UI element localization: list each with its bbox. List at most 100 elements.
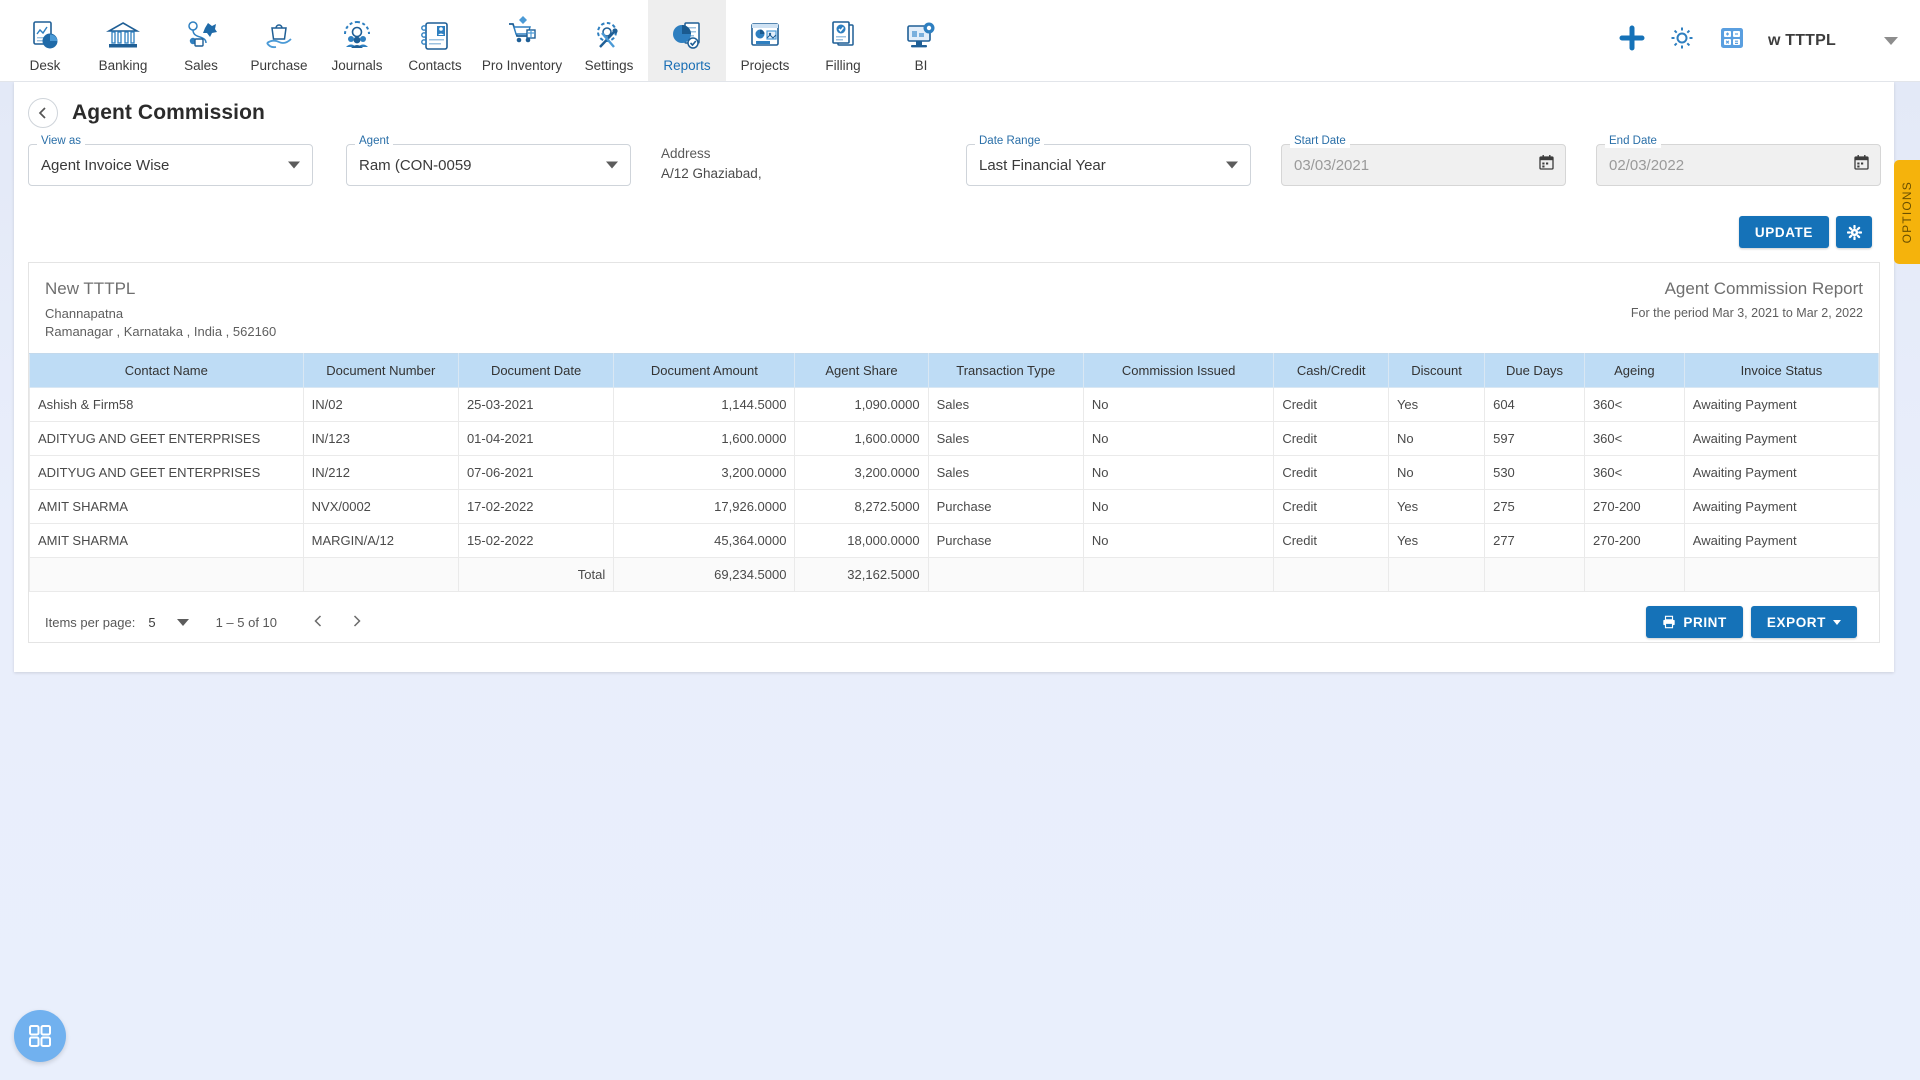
- gear-icon: [1846, 224, 1862, 240]
- col-discount[interactable]: Discount: [1387, 353, 1486, 388]
- update-button[interactable]: UPDATE: [1738, 216, 1829, 248]
- date-range-select[interactable]: Last Financial Year: [966, 144, 1251, 186]
- export-label: EXPORT: [1766, 614, 1826, 630]
- cell-invoice-status: Awaiting Payment: [1683, 421, 1880, 456]
- apps-launcher-button[interactable]: [14, 1010, 66, 1062]
- cell-cash-credit: Credit: [1273, 421, 1389, 456]
- table-row[interactable]: AMIT SHARMA MARGIN/A/12 15-02-2022 45,36…: [29, 523, 1880, 558]
- col-commission-issued[interactable]: Commission Issued: [1082, 353, 1275, 388]
- cell-contact-name: Ashish & Firm58: [29, 387, 304, 422]
- table-header-row: Contact Name Document Number Document Da…: [29, 353, 1880, 388]
- nav-label: Sales: [184, 57, 218, 73]
- calendar-icon[interactable]: [1539, 155, 1554, 176]
- report-company-name: New TTTPL: [45, 279, 136, 298]
- start-date-label: Start Date: [1290, 135, 1350, 148]
- plus-icon[interactable]: [1618, 24, 1646, 57]
- total-blank-2: [302, 557, 459, 592]
- nav-item-journals[interactable]: Journals: [318, 0, 396, 81]
- cell-due-days: 277: [1484, 523, 1585, 558]
- col-cash-credit[interactable]: Cash/Credit: [1273, 353, 1389, 388]
- nav-item-pro-inventory[interactable]: Pro Inventory: [474, 0, 570, 81]
- calendar-icon[interactable]: [1854, 155, 1869, 176]
- cell-document-number: IN/123: [302, 421, 459, 456]
- company-block: New TTTPL Channapatna Ramanagar , Karnat…: [45, 279, 276, 339]
- col-agent-share[interactable]: Agent Share: [794, 353, 929, 388]
- col-invoice-status[interactable]: Invoice Status: [1683, 353, 1880, 388]
- nav-item-projects[interactable]: Projects: [726, 0, 804, 81]
- cell-discount: Yes: [1387, 387, 1486, 422]
- journals-gear-people-icon: [340, 13, 374, 53]
- report-footer: Items per page: 5 1 – 5 of 10 PRINT EXPO…: [29, 592, 1879, 642]
- items-per-page-chevron-down-icon[interactable]: [176, 618, 189, 626]
- chevron-down-icon: [1226, 161, 1238, 169]
- report-period: For the period Mar 3, 2021 to Mar 2, 202…: [1630, 306, 1863, 320]
- desk-chart-icon: [28, 13, 62, 53]
- inventory-cart-icon: [505, 13, 539, 53]
- nav-item-purchase[interactable]: Purchase: [240, 0, 318, 81]
- nav-item-desk[interactable]: Desk: [6, 0, 84, 81]
- cell-due-days: 604: [1484, 387, 1585, 422]
- col-ageing[interactable]: Ageing: [1583, 353, 1685, 388]
- cell-due-days: 275: [1484, 489, 1585, 524]
- table-row[interactable]: ADITYUG AND GEET ENTERPRISES IN/212 07-0…: [29, 455, 1880, 490]
- col-document-amount[interactable]: Document Amount: [613, 353, 796, 388]
- page-body: OPTIONS Agent Commission View as Agent I…: [0, 82, 1920, 1080]
- caret-down-icon: [1833, 619, 1841, 625]
- calculator-icon[interactable]: [1718, 24, 1746, 57]
- options-side-tab[interactable]: OPTIONS: [1894, 160, 1920, 264]
- col-contact-name[interactable]: Contact Name: [29, 353, 304, 388]
- cell-ageing: 360<: [1583, 455, 1685, 490]
- cell-cash-credit: Credit: [1273, 523, 1389, 558]
- view-as-value: Agent Invoice Wise: [41, 156, 170, 174]
- nav-item-filling[interactable]: Filling: [804, 0, 882, 81]
- export-button[interactable]: EXPORT: [1750, 606, 1857, 638]
- prev-page-button[interactable]: [304, 614, 333, 631]
- col-transaction-type[interactable]: Transaction Type: [927, 353, 1084, 388]
- nav-item-banking[interactable]: Banking: [84, 0, 162, 81]
- date-range-value: Last Financial Year: [979, 156, 1106, 174]
- settings-tools-icon: [592, 13, 626, 53]
- chevron-down-icon[interactable]: [1884, 36, 1898, 45]
- table-row[interactable]: AMIT SHARMA NVX/0002 17-02-2022 17,926.0…: [29, 489, 1880, 524]
- printer-icon: [1663, 615, 1676, 629]
- cell-contact-name: AMIT SHARMA: [29, 489, 304, 524]
- nav-label: BI: [914, 57, 928, 73]
- print-button[interactable]: PRINT: [1646, 606, 1743, 638]
- nav-item-bi[interactable]: BI: [882, 0, 960, 81]
- cell-document-date: 07-06-2021: [457, 455, 615, 490]
- back-button[interactable]: [28, 98, 58, 128]
- nav-item-contacts[interactable]: Contacts: [396, 0, 474, 81]
- report-settings-button[interactable]: [1836, 216, 1872, 248]
- total-blank-1: [29, 557, 304, 592]
- gear-icon[interactable]: [1668, 24, 1696, 57]
- cell-commission-issued: No: [1082, 387, 1275, 422]
- contacts-book-icon: [418, 13, 452, 53]
- chevron-right-icon: [353, 614, 361, 627]
- grid-apps-icon: [29, 1025, 51, 1047]
- nav-item-reports[interactable]: Reports: [648, 0, 726, 81]
- next-page-button[interactable]: [342, 614, 371, 631]
- nav-item-sales[interactable]: Sales: [162, 0, 240, 81]
- nav-label: Banking: [98, 57, 148, 73]
- col-document-date[interactable]: Document Date: [457, 353, 615, 388]
- end-date-label: End Date: [1605, 135, 1661, 148]
- table-row[interactable]: ADITYUG AND GEET ENTERPRISES IN/123 01-0…: [29, 421, 1880, 456]
- col-document-number[interactable]: Document Number: [302, 353, 459, 388]
- chevron-down-icon: [288, 161, 300, 169]
- end-date-input[interactable]: 02/03/2022: [1596, 144, 1881, 186]
- items-per-page-value[interactable]: 5: [148, 615, 155, 630]
- cell-transaction-type: Sales: [927, 455, 1084, 490]
- cell-document-amount: 3,200.0000: [613, 455, 796, 490]
- agent-select[interactable]: Ram (CON-0059: [346, 144, 631, 186]
- nav-item-settings[interactable]: Settings: [570, 0, 648, 81]
- start-date-input[interactable]: 03/03/2021: [1281, 144, 1566, 186]
- total-blank-5: [1273, 557, 1389, 592]
- total-blank-4: [1082, 557, 1275, 592]
- cell-agent-share: 1,090.0000: [794, 387, 929, 422]
- table-row[interactable]: Ashish & Firm58 IN/02 25-03-2021 1,144.5…: [29, 387, 1880, 422]
- cell-commission-issued: No: [1082, 421, 1275, 456]
- view-as-select[interactable]: Agent Invoice Wise: [28, 144, 313, 186]
- cell-contact-name: ADITYUG AND GEET ENTERPRISES: [29, 455, 304, 490]
- col-due-days[interactable]: Due Days: [1484, 353, 1585, 388]
- cell-ageing: 270-200: [1583, 489, 1685, 524]
